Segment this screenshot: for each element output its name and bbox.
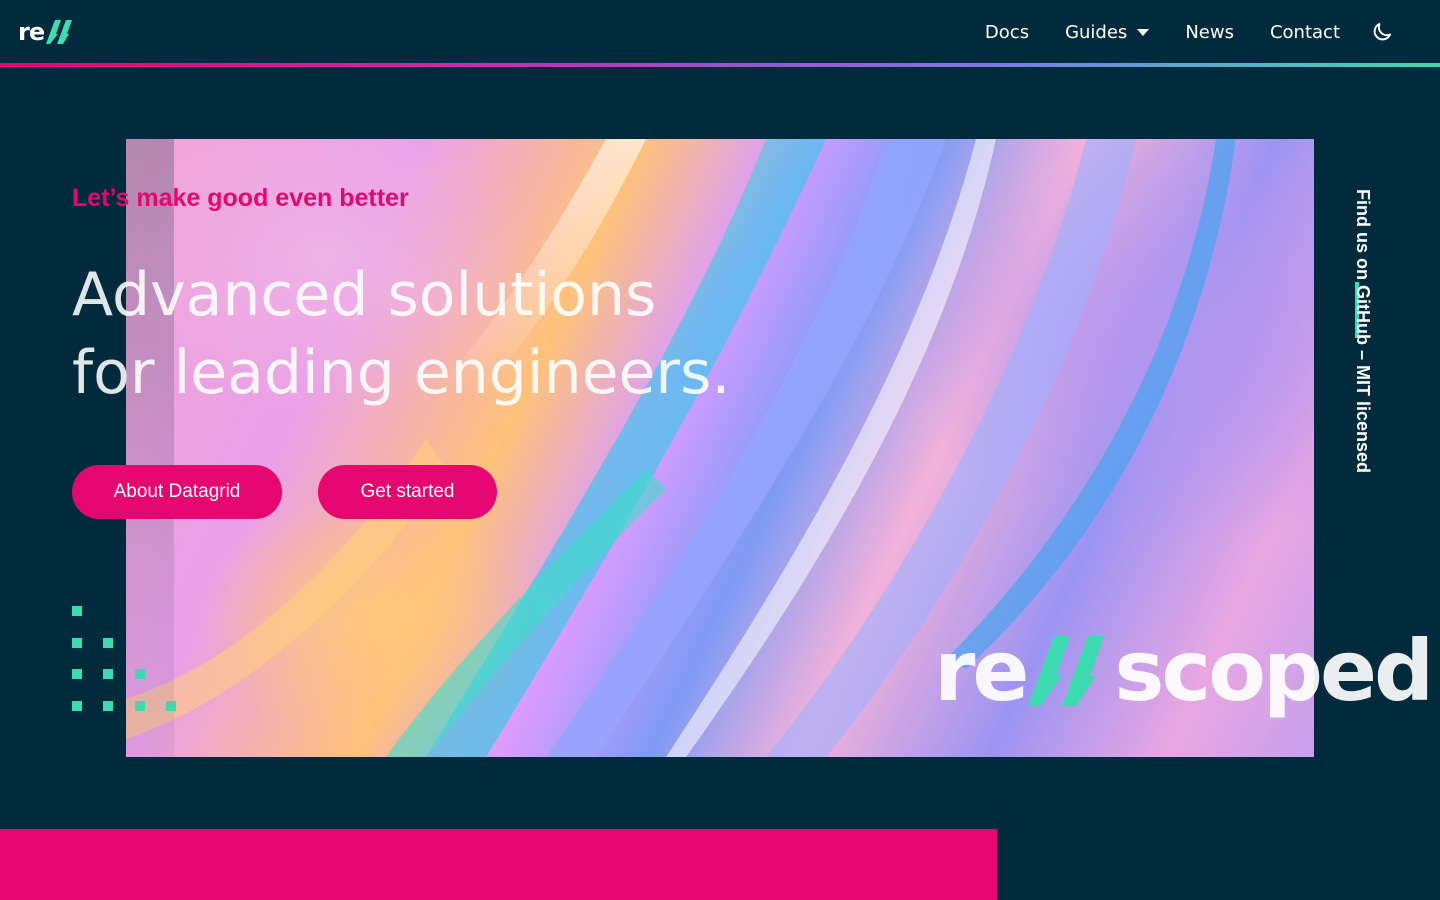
brand-wordmark: re scoped	[934, 616, 1434, 726]
logo[interactable]: re	[18, 17, 76, 47]
dot	[166, 701, 176, 711]
nav-guides[interactable]: Guides	[1065, 21, 1150, 43]
hero-tagline: Let’s make good even better	[72, 184, 409, 212]
logo-mark-icon	[46, 20, 73, 44]
nav-docs[interactable]: Docs	[985, 22, 1029, 43]
hero-headline-line1: Advanced solutions	[72, 260, 657, 330]
nav-links: Docs Guides News Contact	[949, 0, 1394, 64]
nav-contact[interactable]: Contact	[1270, 22, 1340, 43]
get-started-button[interactable]: Get started	[318, 465, 497, 519]
github-link[interactable]: Find us on GitHub – MIT licensed	[1352, 189, 1382, 479]
hero-image-edge-stripe	[126, 139, 174, 757]
dot	[72, 669, 82, 679]
nav-gradient-divider	[0, 63, 1440, 67]
wordmark-logo-mark-icon	[1028, 636, 1105, 706]
nav-guides-label: Guides	[1065, 21, 1128, 43]
about-datagrid-button[interactable]: About Datagrid	[72, 465, 282, 519]
hero-headline-line2: for leading engineers.	[72, 338, 731, 408]
bottom-accent-bar	[0, 829, 997, 900]
dot	[103, 669, 113, 679]
hero-headline: Advanced solutions for leading engineers…	[72, 256, 832, 412]
dot	[103, 701, 113, 711]
nav-news[interactable]: News	[1185, 22, 1234, 43]
dot	[135, 701, 145, 711]
top-navbar: re Docs Guides News Contact	[0, 0, 1440, 64]
dot	[103, 638, 113, 648]
dot	[72, 638, 82, 648]
dot	[72, 701, 82, 711]
wordmark-prefix: re	[934, 622, 1029, 720]
moon-icon[interactable]	[1370, 20, 1394, 44]
dot	[72, 606, 82, 616]
dot	[135, 669, 145, 679]
chevron-down-icon	[1137, 28, 1150, 36]
github-link-label: Find us on GitHub – MIT licensed	[1353, 189, 1373, 474]
wordmark-suffix: scoped	[1114, 622, 1434, 720]
logo-text: re	[18, 18, 45, 46]
